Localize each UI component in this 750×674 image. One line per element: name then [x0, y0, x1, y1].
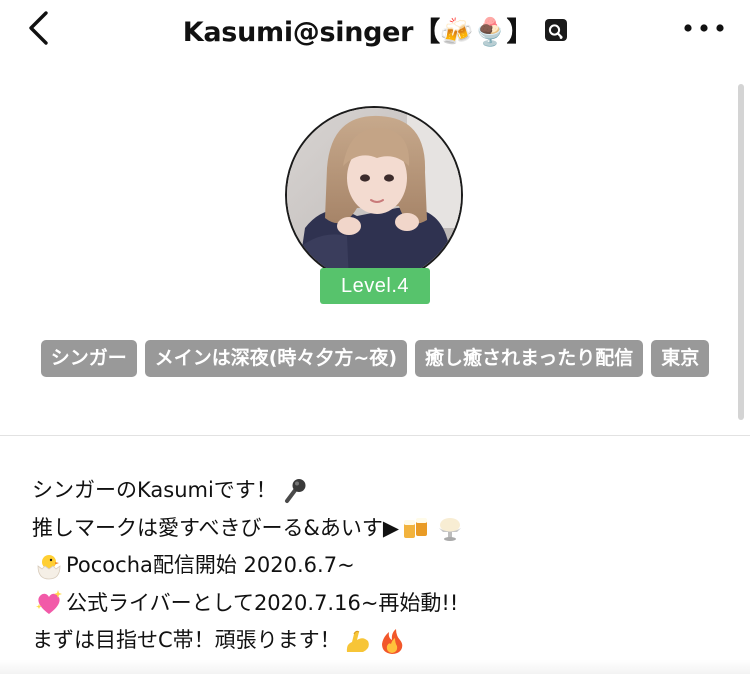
bio-line: Pococha配信開始 2020.6.7~ — [32, 547, 732, 585]
bottom-edge — [0, 660, 750, 674]
bio-line: 推しマークは愛すべきびーる&あいす▶ — [32, 510, 732, 548]
profile-section: Level.4 シンガー メインは深夜(時々夕方~夜) 癒し癒されまったり配信 … — [0, 60, 750, 435]
user-search-icon — [549, 23, 563, 39]
level-badge: Level.4 — [320, 268, 430, 304]
tag-item[interactable]: シンガー — [40, 340, 137, 377]
flexed-biceps-emoji-icon — [343, 626, 373, 656]
bio-text: 公式ライバーとして2020.7.16~再始動!! — [66, 590, 459, 615]
ice-cream-emoji-icon — [435, 513, 465, 543]
user-search-button[interactable] — [545, 18, 568, 41]
tag-item[interactable]: 東京 — [651, 340, 710, 377]
sparkling-heart-emoji-icon — [34, 588, 64, 618]
tag-item[interactable]: メインは深夜(時々夕方~夜) — [144, 340, 408, 377]
fire-emoji-icon — [377, 626, 407, 656]
hatching-chick-emoji-icon — [34, 551, 64, 581]
bio-text: シンガーのKasumiです！ — [32, 478, 277, 502]
bio-line: シンガーのKasumiです！ — [32, 472, 732, 510]
divider — [0, 435, 750, 436]
page-title-container: Kasumi@singer【🍻🍨】 — [0, 10, 750, 49]
microphone-emoji-icon — [279, 476, 309, 506]
beer-mugs-emoji-icon — [401, 513, 431, 543]
more-options-button[interactable] — [682, 16, 726, 40]
more-horizontal-icon — [684, 24, 724, 32]
profile-bio: シンガーのKasumiです！ 推しマークは愛すべきびーる&あいす▶ Pococh… — [32, 472, 732, 660]
bio-text: 推しマークは愛すべきびーる&あいす▶ — [32, 515, 400, 540]
page-title: Kasumi@singer【🍻🍨】 — [182, 17, 534, 48]
avatar[interactable] — [285, 106, 463, 284]
bio-text: Pococha配信開始 2020.6.7~ — [66, 553, 355, 577]
header-bar: Kasumi@singer【🍻🍨】 — [0, 0, 750, 60]
tag-list: シンガー メインは深夜(時々夕方~夜) 癒し癒されまったり配信 東京 — [30, 340, 720, 377]
bio-text: まずは目指せC帯！頑張ります！ — [32, 628, 341, 652]
bio-line: 公式ライバーとして2020.7.16~再始動!! — [32, 585, 732, 623]
bio-line: まずは目指せC帯！頑張ります！ — [32, 622, 732, 660]
avatar-photo — [287, 108, 461, 282]
tag-item[interactable]: 癒し癒されまったり配信 — [415, 340, 644, 377]
